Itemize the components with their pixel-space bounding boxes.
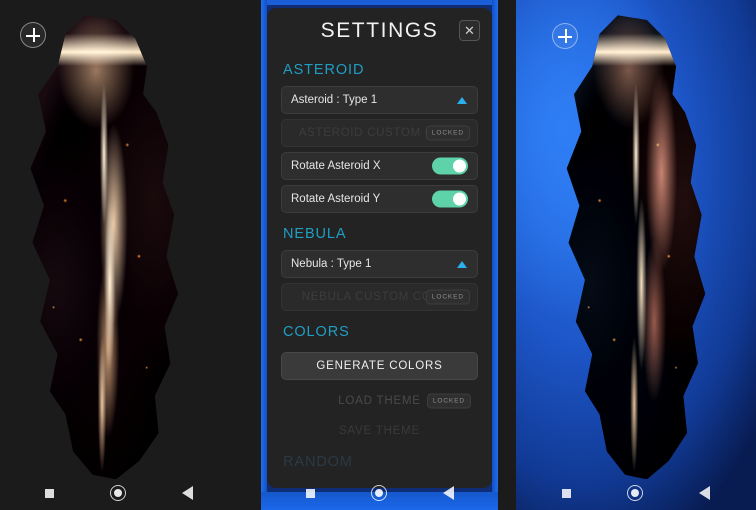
row-nebula-custom-color: NEBULA CUSTOM COLOR LOCKED — [281, 283, 478, 311]
settings-body: ASTEROID Asteroid : Type 1 ASTEROID CUST… — [267, 54, 492, 478]
asteroid-render-pink — [7, 15, 201, 480]
android-navbar-left — [0, 476, 237, 510]
close-icon[interactable]: ✕ — [459, 20, 480, 41]
triangle-left-icon[interactable] — [181, 486, 193, 500]
settings-dialog: SETTINGS ✕ ASTEROID Asteroid : Type 1 AS… — [267, 8, 492, 488]
save-theme-button: SAVE THEME — [338, 425, 421, 437]
toggle-row-rotate-asteroid-y[interactable]: Rotate Asteroid Y — [281, 185, 478, 213]
dropdown-nebula-type-label: Nebula : Type 1 — [291, 258, 372, 270]
triangle-up-icon — [457, 97, 467, 104]
row-asteroid-custom-color: ASTEROID CUSTOM COLO LOCKED — [281, 119, 478, 147]
settings-panel: SETTINGS ✕ ASTEROID Asteroid : Type 1 AS… — [261, 0, 498, 510]
plus-circle-icon[interactable] — [20, 22, 46, 48]
section-header-asteroid: ASTEROID — [283, 62, 365, 78]
toggle-rotate-asteroid-x-label: Rotate Asteroid X — [291, 160, 381, 172]
circle-icon[interactable] — [109, 485, 126, 501]
load-theme-button: LOAD THEME LOCKED — [281, 386, 478, 416]
locked-badge: LOCKED — [425, 289, 470, 305]
locked-badge: LOCKED — [425, 125, 470, 141]
toggle-rotate-asteroid-y-label: Rotate Asteroid Y — [291, 193, 381, 205]
android-navbar-right — [516, 476, 756, 510]
page-title: SETTINGS — [320, 19, 439, 42]
toggle-rotate-asteroid-x[interactable] — [432, 157, 468, 175]
section-header-colors: COLORS — [283, 324, 350, 340]
preview-panel-blue — [516, 0, 756, 510]
section-header-nebula: NEBULA — [283, 226, 347, 242]
circle-icon[interactable] — [627, 485, 643, 501]
toggle-row-rotate-asteroid-x[interactable]: Rotate Asteroid X — [281, 152, 478, 180]
nebula-background-blue — [516, 0, 756, 510]
triangle-up-icon — [457, 261, 467, 268]
asteroid-rock-body — [30, 15, 179, 480]
square-icon[interactable] — [44, 488, 54, 498]
frame-edge-right — [492, 0, 498, 510]
triangle-left-icon[interactable] — [442, 486, 454, 500]
asteroid-render-blue — [545, 15, 727, 480]
toggle-rotate-asteroid-y[interactable] — [432, 190, 468, 208]
frame-edge-top — [261, 0, 498, 5]
locked-badge: LOCKED — [426, 393, 471, 409]
asteroid-rock-body — [566, 15, 706, 480]
asteroid-lava-cracks — [30, 15, 179, 480]
section-header-random: RANDOM — [283, 454, 353, 470]
preview-panel-pink — [0, 0, 237, 510]
square-icon[interactable] — [305, 488, 315, 498]
triangle-left-icon[interactable] — [699, 486, 710, 500]
square-icon[interactable] — [562, 488, 571, 498]
plus-circle-icon[interactable] — [552, 23, 578, 49]
screenshot-root: SETTINGS ✕ ASTEROID Asteroid : Type 1 AS… — [0, 0, 756, 510]
android-navbar-mid — [261, 476, 498, 510]
nebula-background-pink — [0, 0, 237, 510]
dropdown-asteroid-type-label: Asteroid : Type 1 — [291, 94, 378, 106]
dropdown-nebula-type[interactable]: Nebula : Type 1 — [281, 250, 478, 278]
dropdown-asteroid-type[interactable]: Asteroid : Type 1 — [281, 86, 478, 114]
generate-colors-button[interactable]: GENERATE COLORS — [281, 352, 478, 380]
settings-header: SETTINGS ✕ — [267, 8, 492, 54]
load-theme-label: LOAD THEME — [338, 395, 421, 407]
circle-icon[interactable] — [370, 485, 387, 501]
asteroid-lava-cracks — [566, 15, 706, 480]
